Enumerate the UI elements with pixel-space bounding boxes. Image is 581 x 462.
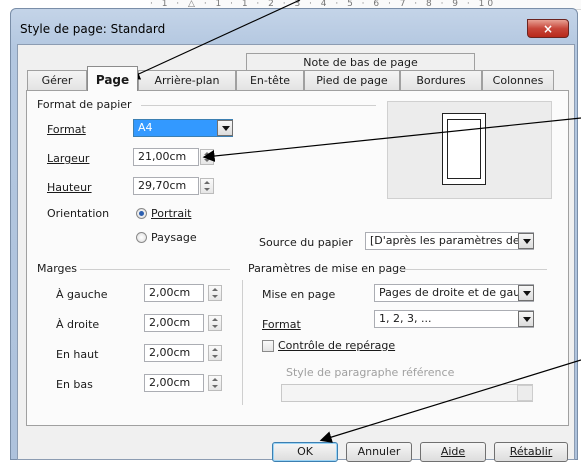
arrow-to-page-tab <box>127 0 301 80</box>
arrow-to-width <box>202 117 581 162</box>
tab-page[interactable]: Page <box>87 66 138 91</box>
arrow-to-ok <box>319 359 581 443</box>
